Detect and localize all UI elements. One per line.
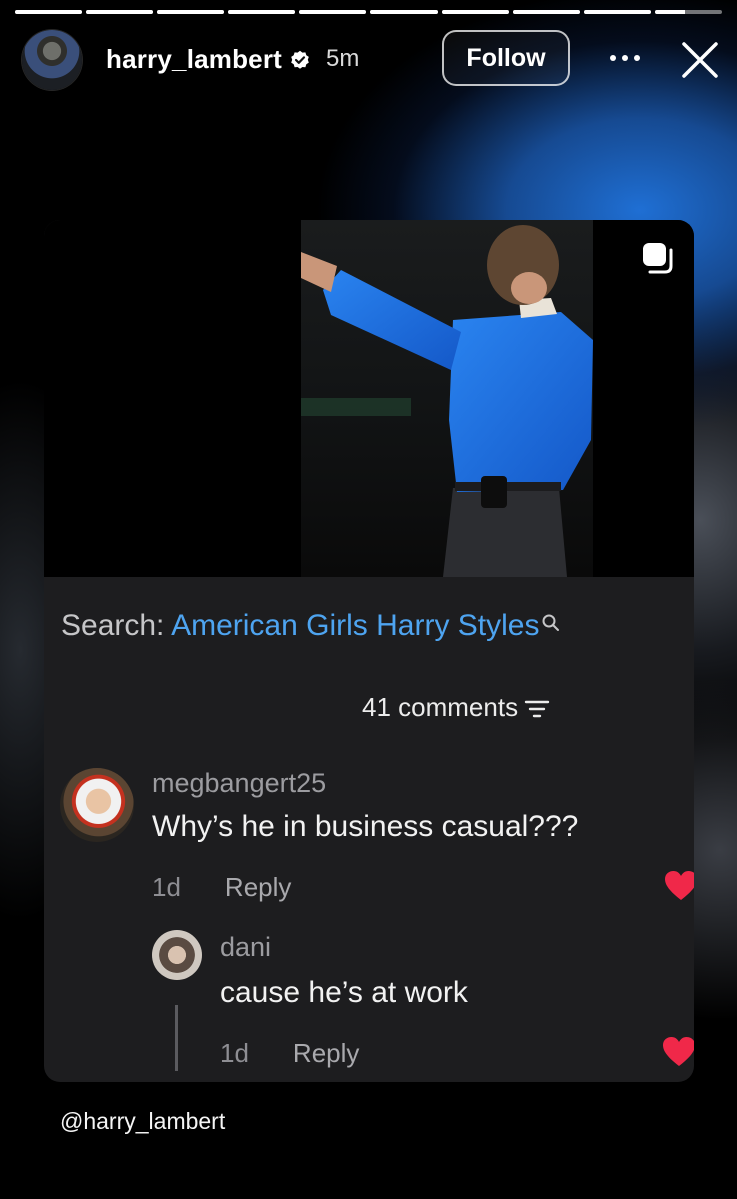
- progress-fill: [157, 10, 225, 14]
- follow-button[interactable]: Follow: [442, 30, 570, 86]
- comment-username[interactable]: dani: [220, 932, 271, 963]
- progress-fill: [512, 10, 580, 14]
- progress-fill: [441, 10, 509, 14]
- verified-badge-icon: [291, 50, 309, 69]
- username[interactable]: harry_lambert: [106, 44, 282, 75]
- comments-header[interactable]: 41 comments: [362, 692, 550, 723]
- progress-fill: [15, 10, 83, 14]
- mention-sticker[interactable]: @harry_lambert: [60, 1108, 225, 1135]
- more-dots-icon[interactable]: [608, 50, 642, 66]
- comment-username[interactable]: megbangert25: [152, 768, 326, 799]
- comment-age: 1d: [220, 1038, 249, 1068]
- reply-button[interactable]: Reply: [293, 1038, 359, 1068]
- commenter-avatar[interactable]: [60, 768, 134, 842]
- copy-icon[interactable]: [640, 240, 676, 276]
- comment-text: Why’s he in business casual???: [152, 810, 579, 843]
- progress-segment: [157, 10, 225, 14]
- comment-meta: 1d Reply: [220, 1038, 359, 1069]
- close-icon[interactable]: [680, 40, 720, 80]
- video-frame: [301, 220, 593, 577]
- progress-fill: [228, 10, 296, 14]
- search-query-link[interactable]: American Girls Harry Styles: [171, 609, 539, 642]
- performer-image: [301, 220, 593, 577]
- progress-segment: [583, 10, 651, 14]
- comment-text: cause he’s at work: [220, 976, 468, 1009]
- comment-age: 1d: [152, 872, 181, 902]
- progress-segment: [15, 10, 83, 14]
- progress-fill: [654, 10, 686, 14]
- progress-segment: [370, 10, 438, 14]
- story-header: harry_lambert 5m Follow: [22, 30, 719, 90]
- heart-icon[interactable]: [662, 1036, 694, 1068]
- thread-line: [175, 1005, 178, 1071]
- comments-count: 41 comments: [362, 692, 519, 722]
- post-time: 5m: [326, 45, 360, 72]
- progress-segment: [228, 10, 296, 14]
- video-preview[interactable]: [44, 220, 694, 577]
- shared-post-card[interactable]: Search: American Girls Harry Styles 41 c…: [44, 220, 694, 1082]
- search-suggestion[interactable]: Search: American Girls Harry Styles: [61, 609, 561, 643]
- reply-button[interactable]: Reply: [225, 872, 291, 902]
- progress-fill: [86, 10, 154, 14]
- progress-segment: [299, 10, 367, 14]
- heart-icon[interactable]: [664, 870, 694, 902]
- progress-segment: [654, 10, 722, 14]
- progress-fill: [583, 10, 651, 14]
- commenter-avatar[interactable]: [152, 930, 202, 980]
- sort-icon[interactable]: [524, 699, 550, 719]
- story-progress-bar: [15, 10, 722, 14]
- progress-segment: [86, 10, 154, 14]
- progress-segment: [512, 10, 580, 14]
- search-icon: [542, 614, 560, 631]
- search-label: Search:: [61, 609, 165, 642]
- progress-segment: [441, 10, 509, 14]
- profile-avatar[interactable]: [22, 30, 82, 90]
- progress-fill: [370, 10, 438, 14]
- comment-meta: 1d Reply: [152, 872, 291, 903]
- progress-fill: [299, 10, 367, 14]
